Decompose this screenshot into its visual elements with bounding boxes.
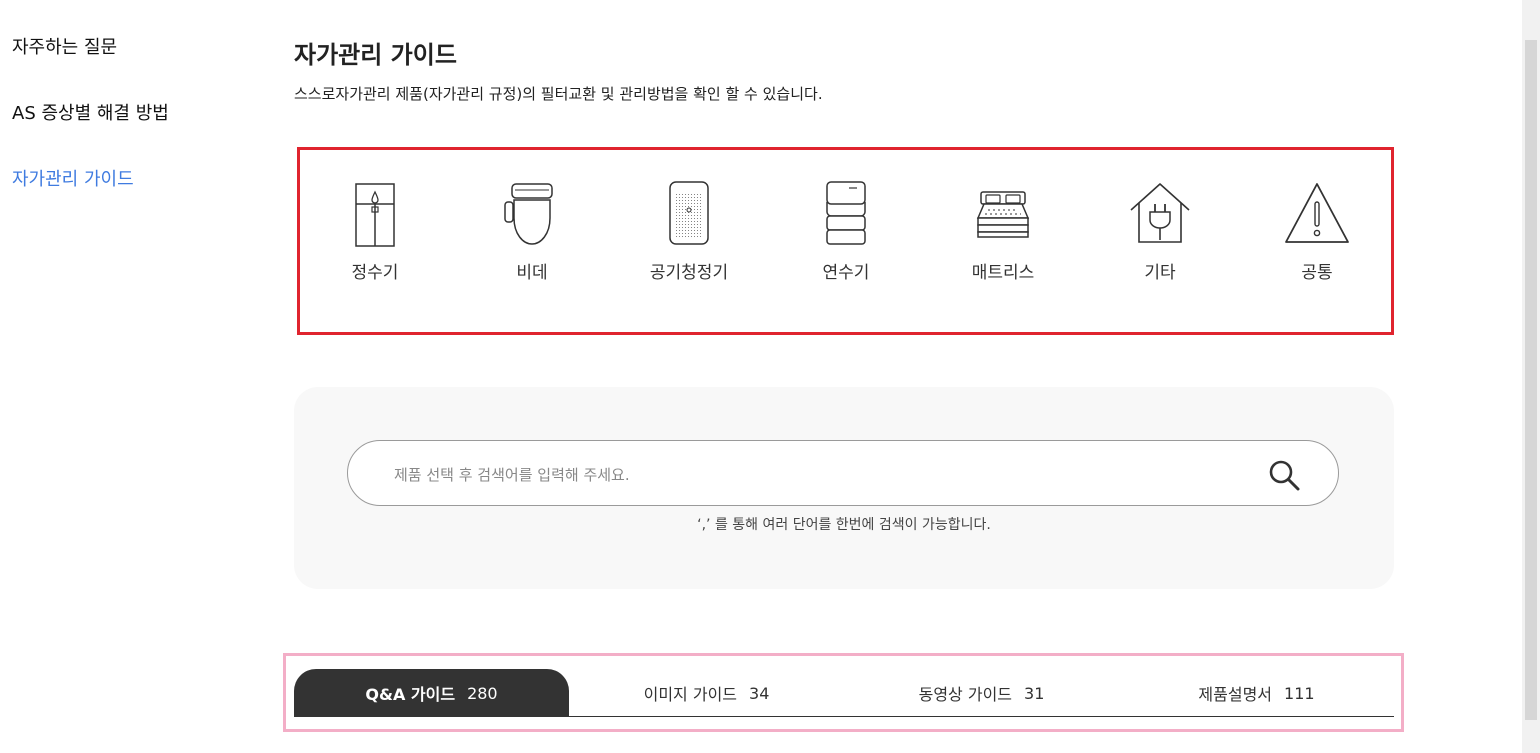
category-other[interactable]: 기타: [1090, 178, 1230, 288]
tab-label: 제품설명서: [1198, 685, 1273, 704]
category-mattress[interactable]: 매트리스: [933, 178, 1073, 288]
page-title: 자가관리 가이드: [294, 41, 457, 69]
category-common[interactable]: 공통: [1247, 178, 1387, 288]
tab-label: 동영상 가이드: [918, 685, 1013, 704]
search-icon: [1269, 460, 1300, 491]
tab-qa-guide[interactable]: Q&A 가이드 280: [294, 669, 569, 717]
search-bar: [347, 440, 1339, 506]
tab-video-guide[interactable]: 동영상 가이드 31: [844, 669, 1119, 717]
category-air-purifier[interactable]: 공기청정기: [619, 178, 759, 288]
tab-count: 111: [1284, 683, 1315, 703]
tab-product-manual[interactable]: 제품설명서 111: [1119, 669, 1394, 717]
search-button[interactable]: [1266, 457, 1302, 493]
scrollbar-thumb[interactable]: [1525, 40, 1537, 720]
tab-label: Q&A 가이드: [365, 685, 456, 704]
mattress-icon: [976, 191, 1030, 238]
page-description: 스스로자가관리 제품(자가관리 규정)의 필터교환 및 관리방법을 확인 할 수…: [294, 85, 823, 103]
sidebar-item-self-care-guide[interactable]: 자가관리 가이드: [12, 165, 134, 191]
warning-icon: [1285, 183, 1349, 243]
category-label: 공기청정기: [649, 263, 729, 283]
tab-image-guide[interactable]: 이미지 가이드 34: [569, 669, 844, 717]
category-label: 비데: [516, 263, 548, 283]
tabs-divider: [294, 716, 1394, 717]
search-hint: ‘,’ 를 통해 여러 단어를 한번에 검색이 가능합니다.: [697, 517, 991, 533]
search-panel: ‘,’ 를 통해 여러 단어를 한번에 검색이 가능합니다.: [294, 387, 1394, 589]
sidebar-item-as-solutions[interactable]: AS 증상별 해결 방법: [12, 99, 169, 125]
sidebar-item-faq[interactable]: 자주하는 질문: [12, 33, 117, 59]
category-water-softener[interactable]: 연수기: [776, 178, 916, 288]
category-label: 공통: [1301, 263, 1333, 283]
guide-tabs: Q&A 가이드 280 이미지 가이드 34 동영상 가이드 31 제품설명서 …: [283, 653, 1404, 732]
tab-label: 이미지 가이드: [643, 685, 738, 704]
water-purifier-icon: [355, 183, 395, 247]
search-input[interactable]: [392, 459, 1256, 491]
bidet-icon: [504, 183, 553, 245]
category-bidet[interactable]: 비데: [462, 178, 602, 288]
category-label: 매트리스: [971, 263, 1035, 283]
tab-count: 280: [467, 683, 498, 703]
category-selector: 정수기 비데 공기청정기 연수기 매트리스 기타 공통: [297, 147, 1394, 335]
tab-count: 34: [749, 683, 770, 703]
house-plug-icon: [1130, 183, 1190, 243]
category-label: 연수기: [822, 263, 870, 283]
category-label: 기타: [1144, 263, 1176, 283]
category-water-purifier[interactable]: 정수기: [305, 178, 445, 288]
water-softener-icon: [826, 181, 866, 245]
air-purifier-icon: [669, 181, 709, 245]
tab-count: 31: [1024, 683, 1045, 703]
category-label: 정수기: [351, 263, 399, 283]
page-scrollbar[interactable]: [1522, 0, 1540, 753]
